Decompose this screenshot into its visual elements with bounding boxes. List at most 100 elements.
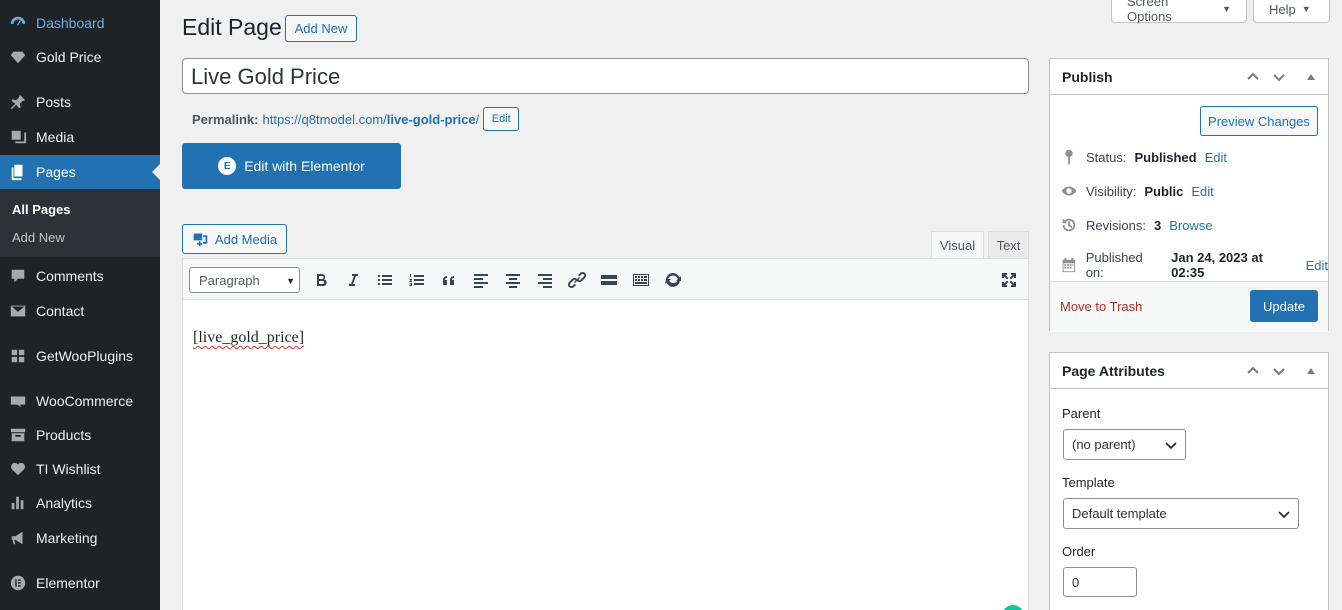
menu-label: Elementor bbox=[36, 575, 100, 591]
menu-item-analytics[interactable]: Analytics bbox=[0, 486, 160, 520]
permalink-row: Permalink: https://q8tmodel.com/live-gol… bbox=[192, 107, 520, 131]
elementor-icon bbox=[0, 574, 36, 592]
read-more-icon[interactable] bbox=[597, 268, 621, 292]
parent-select[interactable]: (no parent) bbox=[1063, 429, 1186, 460]
move-down-icon[interactable] bbox=[1270, 362, 1288, 380]
elementor-logo-icon: E bbox=[218, 157, 237, 175]
bullet-list-icon[interactable] bbox=[373, 268, 397, 292]
media-icon bbox=[0, 128, 36, 146]
menu-item-woocommerce[interactable]: WooCommerce bbox=[0, 384, 160, 418]
caret-down-icon: ▼ bbox=[1301, 4, 1311, 14]
template-select[interactable]: Default template bbox=[1063, 498, 1299, 529]
permalink-trail: / bbox=[475, 111, 480, 127]
order-label: Order bbox=[1062, 544, 1096, 559]
add-media-icon bbox=[193, 233, 208, 246]
fullscreen-icon[interactable] bbox=[997, 268, 1021, 292]
add-media-label: Add Media bbox=[214, 231, 278, 247]
menu-item-dashboard[interactable]: Dashboard bbox=[0, 6, 160, 40]
woo-icon bbox=[0, 392, 36, 410]
visibility-edit-link[interactable]: Edit bbox=[1191, 184, 1213, 199]
align-left-icon[interactable] bbox=[469, 268, 493, 292]
screen-options-button[interactable]: Screen Options ▼ bbox=[1111, 0, 1247, 24]
diamond-icon bbox=[0, 48, 36, 66]
permalink-link[interactable]: https://q8tmodel.com/live-gold-price/ bbox=[262, 112, 479, 127]
toolbar-toggle-icon[interactable] bbox=[629, 268, 653, 292]
format-select-value: Paragraph bbox=[199, 272, 260, 288]
menu-label: Gold Price bbox=[36, 49, 102, 65]
collapse-toggle-icon[interactable] bbox=[1302, 68, 1320, 86]
move-down-icon[interactable] bbox=[1270, 68, 1288, 86]
order-input[interactable]: 0 bbox=[1063, 567, 1137, 597]
menu-label: GetWooPlugins bbox=[36, 348, 134, 364]
collapse-toggle-icon[interactable] bbox=[1302, 362, 1320, 380]
menu-item-gold-price[interactable]: Gold Price bbox=[0, 40, 160, 74]
align-center-icon[interactable] bbox=[501, 268, 525, 292]
published-on-label: Published on: bbox=[1085, 250, 1143, 280]
menu-item-getwooplugins[interactable]: GetWooPlugins bbox=[0, 339, 160, 373]
move-to-trash-link[interactable]: Move to Trash bbox=[1060, 299, 1142, 314]
menu-label: Posts bbox=[36, 94, 72, 110]
page-attributes-header: Page Attributes bbox=[1050, 353, 1328, 389]
italic-icon[interactable] bbox=[341, 268, 365, 292]
submenu-all-pages[interactable]: All Pages bbox=[12, 202, 71, 217]
page-attributes-title: Page Attributes bbox=[1062, 362, 1165, 379]
menu-label: Comments bbox=[36, 268, 104, 284]
format-select[interactable]: Paragraph ▼ bbox=[189, 267, 300, 293]
preview-changes-button[interactable]: Preview Changes bbox=[1200, 106, 1318, 136]
menu-label: Products bbox=[36, 427, 92, 443]
edit-with-elementor-button[interactable]: E Edit with Elementor bbox=[182, 143, 401, 189]
align-right-icon[interactable] bbox=[533, 268, 557, 292]
pages-submenu: All Pages Add New bbox=[0, 189, 160, 257]
add-media-button[interactable]: Add Media bbox=[182, 224, 287, 254]
blockquote-icon[interactable] bbox=[437, 268, 461, 292]
grammarly-icon[interactable] bbox=[1002, 605, 1024, 610]
move-up-icon[interactable] bbox=[1244, 68, 1262, 86]
editor-content[interactable]: [live_gold_price] bbox=[193, 329, 304, 347]
published-on-edit-link[interactable]: Edit bbox=[1306, 258, 1328, 273]
menu-item-comments[interactable]: Comments bbox=[0, 259, 160, 293]
post-title-input[interactable]: Live Gold Price bbox=[182, 58, 1029, 94]
submenu-add-new[interactable]: Add New bbox=[12, 230, 65, 245]
chevron-down-icon bbox=[1165, 441, 1177, 449]
menu-label: Media bbox=[36, 129, 75, 145]
numbered-list-icon[interactable] bbox=[405, 268, 429, 292]
update-button[interactable]: Update bbox=[1250, 290, 1318, 322]
add-new-page-button[interactable]: Add New bbox=[285, 15, 357, 42]
menu-item-ti-wishlist[interactable]: TI Wishlist bbox=[0, 452, 160, 486]
menu-item-contact[interactable]: Contact bbox=[0, 294, 160, 328]
menu-item-elementor[interactable]: Elementor bbox=[0, 566, 160, 600]
template-label: Template bbox=[1062, 475, 1115, 490]
link-icon[interactable] bbox=[565, 268, 589, 292]
menu-item-posts[interactable]: Posts bbox=[0, 85, 160, 119]
permalink-edit-button[interactable]: Edit bbox=[483, 107, 520, 131]
comment-icon bbox=[0, 267, 36, 285]
elementor-button-label: Edit with Elementor bbox=[244, 158, 365, 174]
parent-label: Parent bbox=[1062, 406, 1101, 421]
menu-item-media[interactable]: Media bbox=[0, 120, 160, 154]
menu-item-products[interactable]: Products bbox=[0, 418, 160, 452]
menu-item-marketing[interactable]: Marketing bbox=[0, 521, 160, 555]
menu-label: WooCommerce bbox=[36, 393, 133, 409]
tab-visual[interactable]: Visual bbox=[931, 231, 984, 259]
status-edit-link[interactable]: Edit bbox=[1205, 150, 1227, 165]
page-title: Edit Page bbox=[182, 14, 282, 40]
eye-icon bbox=[1061, 186, 1077, 196]
publish-box: Publish Preview Changes Status: Publishe… bbox=[1049, 58, 1329, 332]
help-label: Help bbox=[1269, 1, 1296, 17]
dashboard-icon bbox=[0, 14, 36, 32]
plugin-grid-icon bbox=[0, 347, 36, 365]
published-on-value: Jan 24, 2023 at 02:35 bbox=[1171, 250, 1263, 280]
status-row: Status: Published Edit bbox=[1060, 148, 1227, 166]
bold-icon[interactable] bbox=[309, 268, 333, 292]
move-up-icon[interactable] bbox=[1244, 362, 1262, 380]
revisions-row: Revisions: 3 Browse bbox=[1060, 216, 1213, 234]
tab-text[interactable]: Text bbox=[988, 231, 1029, 259]
browse-revisions-link[interactable]: Browse bbox=[1169, 218, 1212, 233]
pin-icon bbox=[1065, 149, 1073, 165]
permalink-base: https://q8tmodel.com/ bbox=[262, 111, 387, 127]
status-label: Status: bbox=[1086, 149, 1127, 165]
pages-icon bbox=[0, 163, 36, 181]
refresh-icon[interactable] bbox=[661, 268, 685, 292]
menu-item-pages[interactable]: Pages bbox=[0, 155, 160, 189]
help-button[interactable]: Help ▼ bbox=[1253, 0, 1330, 23]
